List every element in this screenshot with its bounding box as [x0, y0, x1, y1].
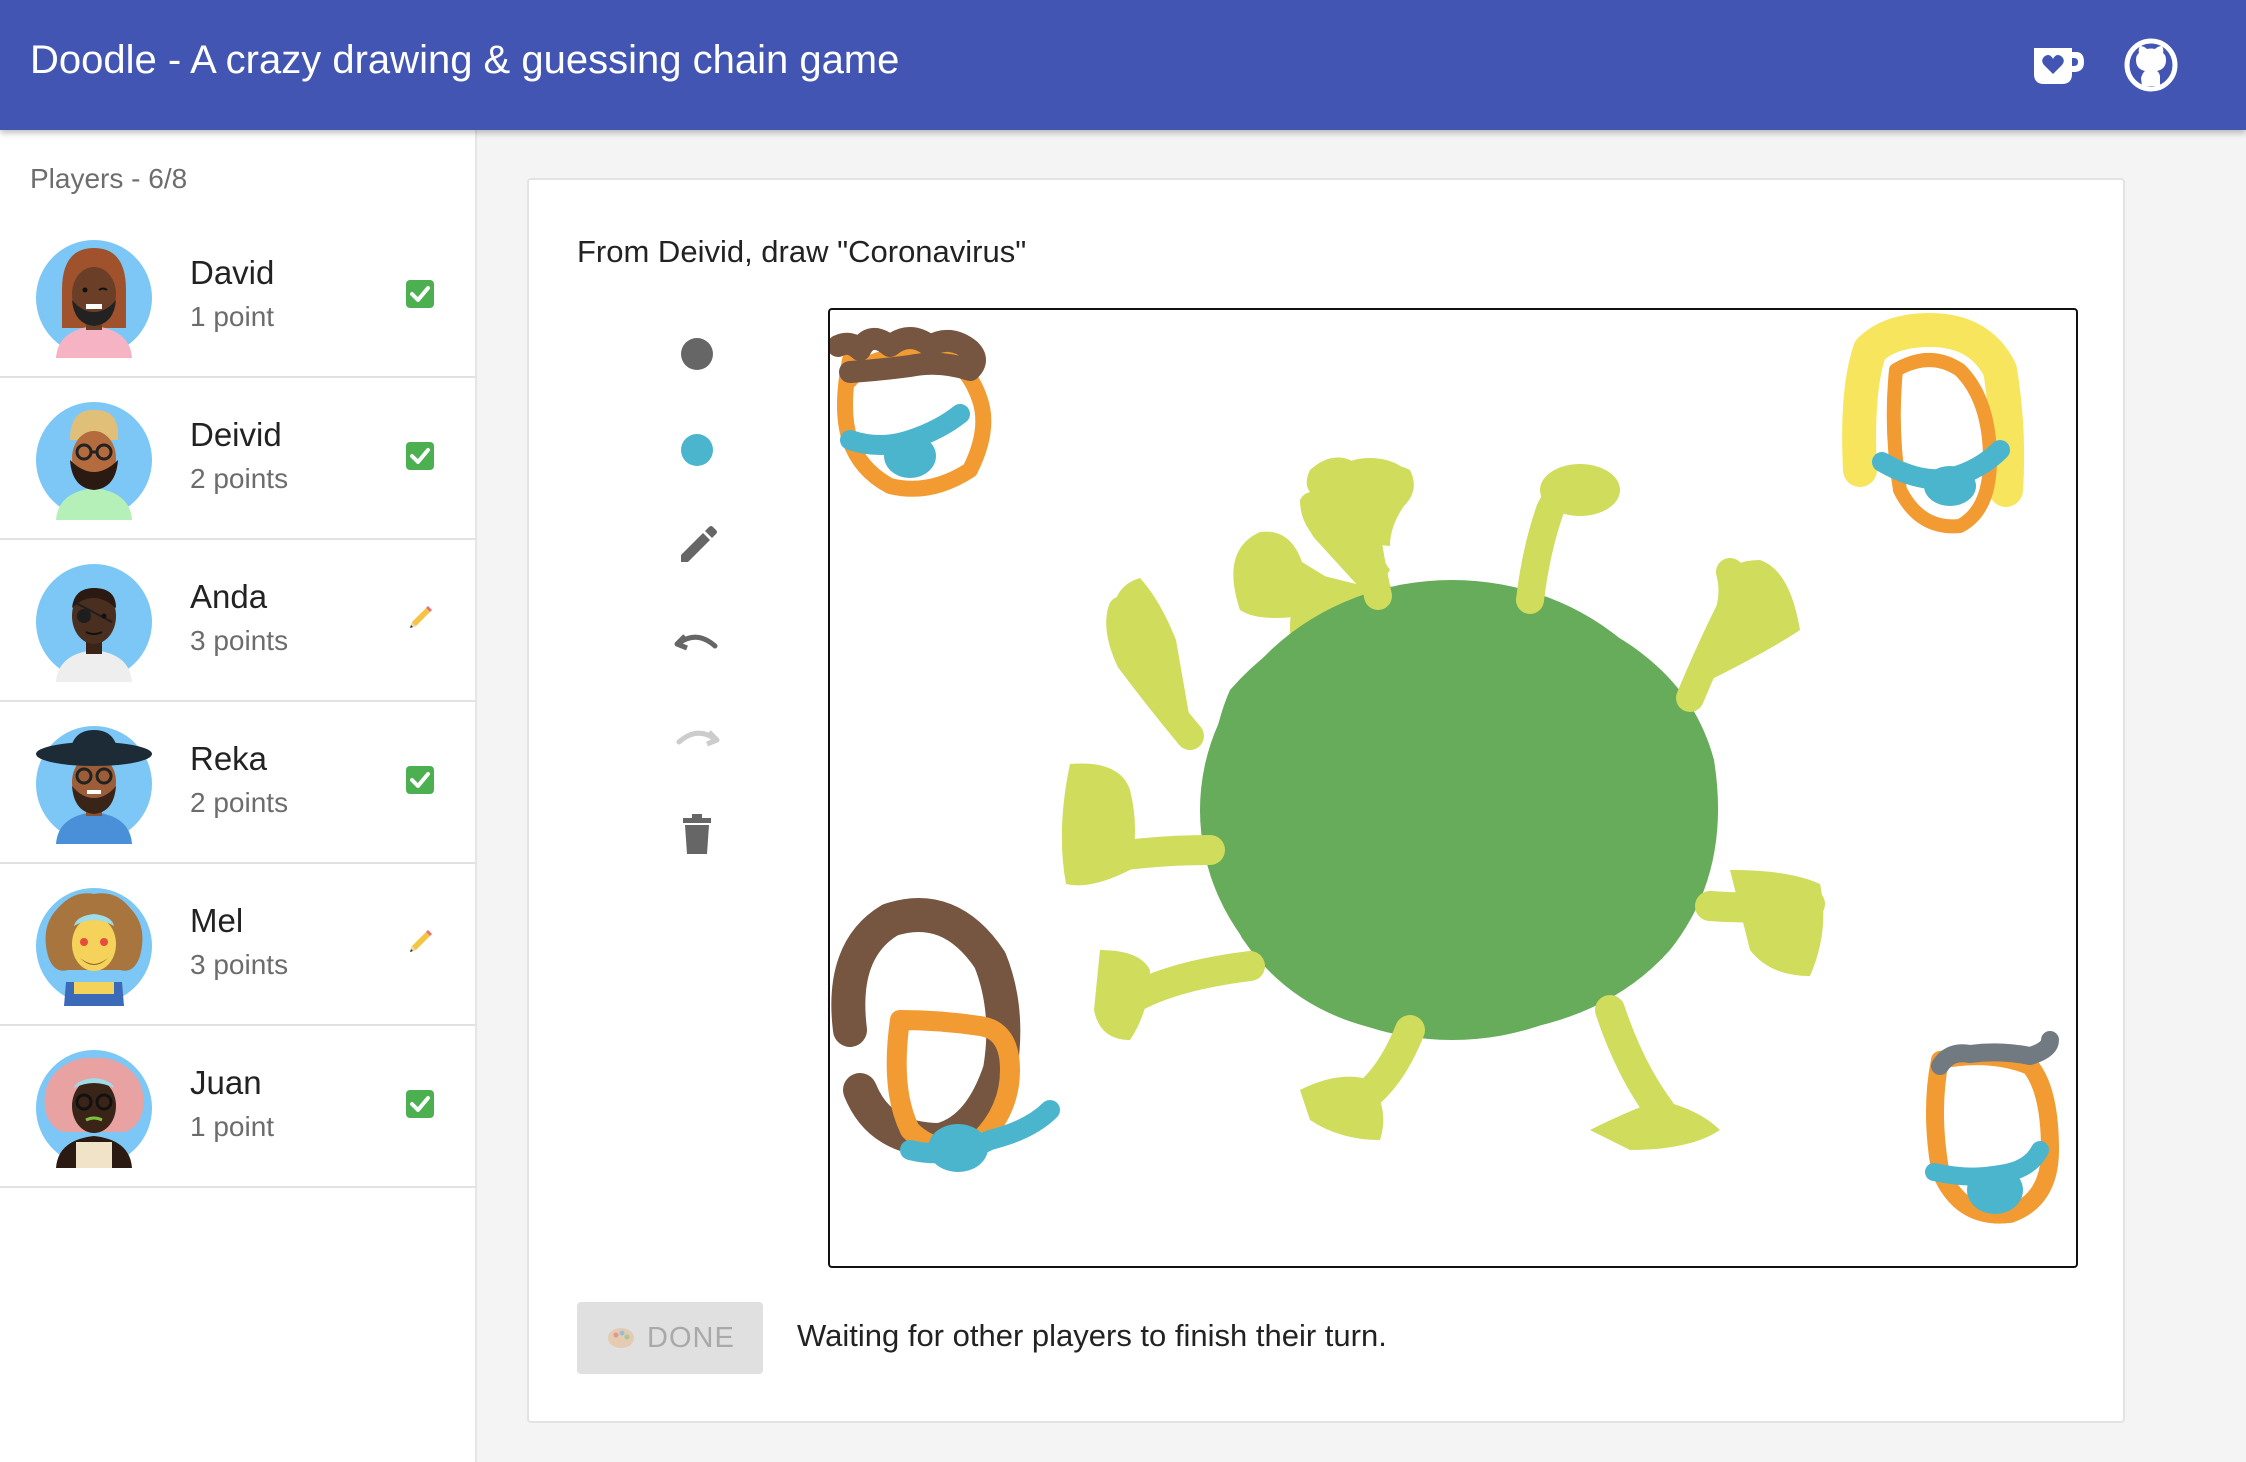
undo-icon[interactable] [673, 618, 721, 666]
player-points: 3 points [190, 625, 289, 656]
avatar [36, 402, 152, 520]
waiting-message: Waiting for other players to finish thei… [797, 1318, 1387, 1353]
drawing-artwork [830, 313, 2059, 1224]
pencil-icon[interactable] [673, 522, 721, 570]
game-card: From Deivid, draw "Coronavirus" DONE Wai… [527, 178, 2125, 1423]
drawing-prompt: From Deivid, draw "Coronavirus" [577, 234, 1027, 269]
palette-icon [608, 1328, 634, 1348]
check-mark-icon [406, 766, 434, 794]
redo-icon[interactable] [673, 714, 721, 762]
check-mark-icon [406, 280, 434, 308]
player-points: 2 points [190, 787, 289, 818]
player-list: David 1 point Deivid 2 points Anda 3 poi… [0, 216, 477, 1188]
player-name: Deivid [190, 416, 282, 453]
app-title: Doodle - A crazy drawing & guessing chai… [30, 38, 900, 82]
done-button-label: DONE [647, 1322, 735, 1354]
github-icon[interactable] [2124, 38, 2178, 92]
check-mark-icon [406, 1090, 434, 1118]
done-button[interactable]: DONE [577, 1302, 763, 1374]
avatar [36, 564, 152, 682]
player-points: 1 point [190, 301, 275, 332]
player-name: David [190, 254, 275, 291]
drawing-canvas[interactable] [828, 308, 2078, 1268]
trash-icon[interactable] [673, 810, 721, 858]
avatar [36, 726, 152, 844]
players-sidebar: Players - 6/8 David 1 point Deivid 2 poi… [0, 130, 477, 1462]
player-row: Anda 3 points [0, 540, 477, 702]
pencil-status-icon [410, 606, 432, 628]
avatar [36, 240, 152, 358]
player-points: 1 point [190, 1111, 275, 1142]
pencil-status-icon [410, 930, 432, 952]
avatar [36, 888, 152, 1006]
player-points: 3 points [190, 949, 289, 980]
check-mark-icon [406, 442, 434, 470]
player-row: Reka 2 points [0, 702, 477, 864]
player-points: 2 points [190, 463, 289, 494]
player-name: Juan [190, 1064, 262, 1101]
player-row: Juan 1 point [0, 1026, 477, 1188]
kofi-cup-icon[interactable] [2030, 40, 2086, 90]
players-count: Players - 6/8 [30, 163, 188, 194]
player-row: Deivid 2 points [0, 378, 477, 540]
brush-size-icon[interactable] [673, 330, 721, 378]
color-swatch-icon[interactable] [673, 426, 721, 474]
avatar [36, 1050, 152, 1168]
player-row: David 1 point [0, 216, 477, 378]
player-row: Mel 3 points [0, 864, 477, 1026]
player-name: Anda [190, 578, 268, 615]
player-name: Reka [190, 740, 268, 777]
app-bar: Doodle - A crazy drawing & guessing chai… [0, 0, 2246, 130]
player-name: Mel [190, 902, 244, 939]
